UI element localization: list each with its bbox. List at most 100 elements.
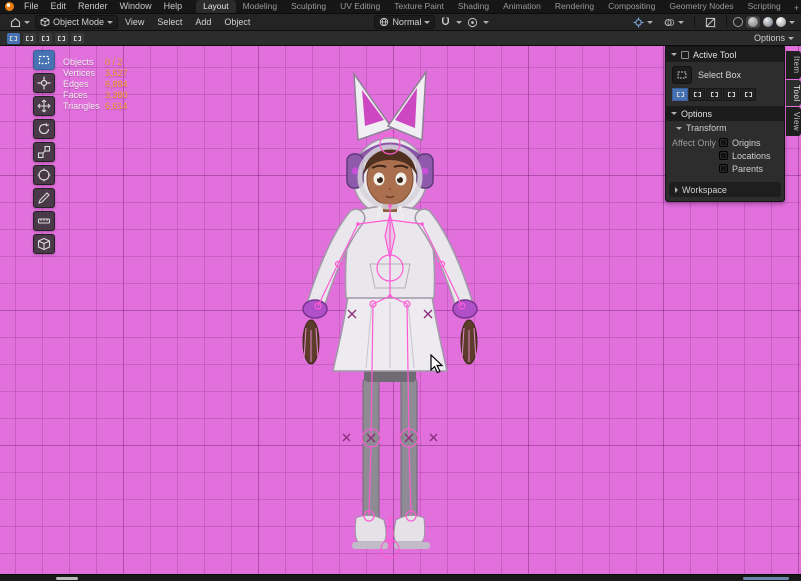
snapping-toggle-button[interactable] xyxy=(436,16,455,29)
affect-row-parents: Parents xyxy=(672,162,778,175)
tool-rotate[interactable] xyxy=(33,119,55,139)
editor-type-button[interactable] xyxy=(6,16,34,29)
workspace-tab-compositing[interactable]: Compositing xyxy=(601,0,662,13)
chevron-down-icon xyxy=(24,21,30,24)
viewport-toolbar xyxy=(33,50,55,254)
xray-toggle-button[interactable] xyxy=(701,16,720,29)
options-dropdown-label[interactable]: Options xyxy=(754,33,785,43)
snapping-dropdown-chevron[interactable] xyxy=(456,21,462,24)
workspace-tab-rendering[interactable]: Rendering xyxy=(548,0,601,13)
tool-measure[interactable] xyxy=(33,211,55,231)
sidebar-tab-tool[interactable]: Tool xyxy=(786,80,801,107)
proportional-dropdown-chevron[interactable] xyxy=(483,21,489,24)
active-tool-header[interactable]: Active Tool xyxy=(666,47,784,62)
tool-transform[interactable] xyxy=(33,165,55,185)
checkbox-parents-label[interactable]: Parents xyxy=(732,164,778,174)
status-right-indicator xyxy=(743,577,789,580)
orientation-label: Normal xyxy=(392,17,421,27)
menu-select[interactable]: Select xyxy=(151,16,188,28)
workspace-tab-layout[interactable]: Layout xyxy=(196,0,236,13)
select-mode-intersect-button[interactable] xyxy=(71,33,84,44)
proportional-editing-button[interactable] xyxy=(463,16,482,29)
menu-file[interactable]: File xyxy=(18,0,45,13)
workspace-tabs: Layout Modeling Sculpting UV Editing Tex… xyxy=(196,0,801,13)
current-tool-button[interactable] xyxy=(672,66,692,84)
workspace-tab-modeling[interactable]: Modeling xyxy=(236,0,285,13)
shading-wireframe-button[interactable] xyxy=(733,17,743,27)
checkbox-parents[interactable] xyxy=(719,164,728,173)
workspace-tab-texture-paint[interactable]: Texture Paint xyxy=(387,0,451,13)
rotate-icon xyxy=(37,122,51,136)
blender-window: File Edit Render Window Help Layout Mode… xyxy=(0,0,801,581)
checkbox-locations-label[interactable]: Locations xyxy=(732,151,778,161)
shading-dropdown-chevron[interactable] xyxy=(789,21,795,24)
select-mode-subtract-button[interactable] xyxy=(39,33,52,44)
menu-window[interactable]: Window xyxy=(114,0,158,13)
select-invert-icon xyxy=(58,36,65,41)
options-header[interactable]: Options xyxy=(666,106,784,121)
menu-add[interactable]: Add xyxy=(189,16,217,28)
stat-row-triangles: Triangles6,614 xyxy=(63,101,128,112)
select-mode-set-button[interactable] xyxy=(7,33,20,44)
menu-help[interactable]: Help xyxy=(158,0,189,13)
tool-settings-bar: Options xyxy=(0,31,801,46)
chevron-down-icon xyxy=(788,37,794,40)
workspace-tab-scripting[interactable]: Scripting xyxy=(741,0,788,13)
workspace-tab-animation[interactable]: Animation xyxy=(496,0,548,13)
gizmos-dropdown-button[interactable] xyxy=(629,16,657,29)
chevron-down-icon xyxy=(678,21,684,24)
sidebar-tab-item[interactable]: Item xyxy=(786,51,801,79)
chevron-down-icon xyxy=(671,53,677,56)
checkbox-locations[interactable] xyxy=(719,151,728,160)
character-model[interactable] xyxy=(303,72,477,549)
tool-move[interactable] xyxy=(33,96,55,116)
shading-solid-button[interactable] xyxy=(748,17,758,27)
transform-orientation-dropdown[interactable]: Normal xyxy=(374,15,435,29)
overlays-dropdown-button[interactable] xyxy=(660,16,688,29)
sidebar-tab-view[interactable]: View xyxy=(786,107,801,136)
chevron-right-icon xyxy=(675,187,678,193)
workspace-tab-uv-editing[interactable]: UV Editing xyxy=(333,0,387,13)
shading-material-button[interactable] xyxy=(763,17,773,27)
select-subtract-icon xyxy=(42,36,49,41)
select-mode-extend-button[interactable] xyxy=(23,33,36,44)
blender-logo-icon[interactable] xyxy=(5,2,14,11)
stat-row-vertices: Vertices3,527 xyxy=(63,68,128,79)
tool-annotate[interactable] xyxy=(33,188,55,208)
tool-variant-3[interactable] xyxy=(706,88,722,101)
workspace-tab-sculpting[interactable]: Sculpting xyxy=(284,0,333,13)
tool-scale[interactable] xyxy=(33,142,55,162)
workspace-header[interactable]: Workspace xyxy=(669,182,781,197)
shading-rendered-button[interactable] xyxy=(776,17,786,27)
transform-subpanel-header[interactable]: Transform xyxy=(666,121,784,135)
menu-render[interactable]: Render xyxy=(72,0,114,13)
tool-variant-2[interactable] xyxy=(689,88,705,101)
stat-row-edges: Edges6,884 xyxy=(63,79,128,90)
add-workspace-button[interactable]: + xyxy=(788,3,801,13)
stat-label: Triangles xyxy=(63,101,105,112)
select-mode-invert-button[interactable] xyxy=(55,33,68,44)
transform-subpanel-label: Transform xyxy=(686,123,727,133)
tool-add-primitive[interactable] xyxy=(33,234,55,254)
mode-dropdown[interactable]: Object Mode xyxy=(35,15,118,29)
topbar: File Edit Render Window Help Layout Mode… xyxy=(0,0,801,13)
stat-value: 6,614 xyxy=(105,101,128,112)
variant-icon xyxy=(694,92,701,97)
tool-variant-5[interactable] xyxy=(740,88,756,101)
menu-object[interactable]: Object xyxy=(218,16,256,28)
checkbox-origins-label[interactable]: Origins xyxy=(732,138,778,148)
workspace-tab-shading[interactable]: Shading xyxy=(451,0,496,13)
tool-cursor[interactable] xyxy=(33,73,55,93)
stat-row-faces: Faces3,380 xyxy=(63,90,128,101)
transform-icon xyxy=(37,168,51,182)
menu-edit[interactable]: Edit xyxy=(45,0,73,13)
tool-select-box[interactable] xyxy=(33,50,55,70)
menu-view[interactable]: View xyxy=(119,16,150,28)
chevron-down-icon xyxy=(424,21,430,24)
workspace-tab-geometry-nodes[interactable]: Geometry Nodes xyxy=(662,0,740,13)
tool-variant-1[interactable] xyxy=(672,88,688,101)
checkbox-origins[interactable] xyxy=(719,138,728,147)
current-tool-label: Select Box xyxy=(698,70,741,80)
tool-variant-4[interactable] xyxy=(723,88,739,101)
viewport-3d[interactable]: Objects0 / 2 Vertices3,527 Edges6,884 Fa… xyxy=(0,46,801,574)
